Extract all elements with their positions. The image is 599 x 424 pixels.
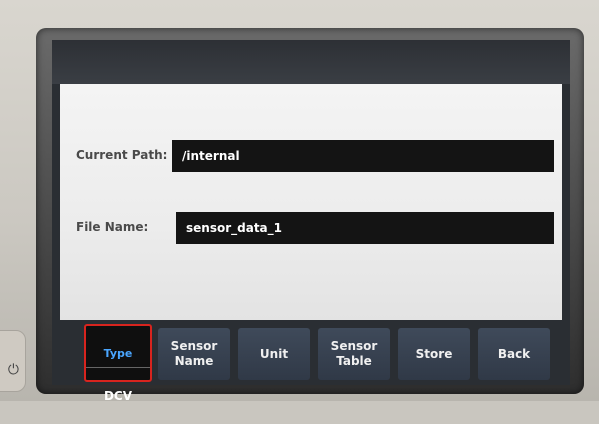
current-path-row: Current Path: /internal <box>60 140 562 172</box>
instrument-device: ⏻ Current Path: /internal File Name: sen… <box>0 0 599 403</box>
back-softkey[interactable]: Back <box>478 328 550 380</box>
front-panel-button[interactable]: ⏻ <box>0 330 26 392</box>
current-path-label: Current Path: <box>76 148 168 162</box>
file-name-field[interactable]: sensor_data_1 <box>176 212 554 244</box>
power-icon: ⏻ <box>7 361 19 377</box>
store-softkey[interactable]: Store <box>398 328 470 380</box>
file-name-row: File Name: sensor_data_1 <box>60 212 562 244</box>
file-name-label: File Name: <box>76 220 149 234</box>
type-softkey-label: Type <box>86 341 150 368</box>
current-path-field[interactable]: /internal <box>172 140 554 172</box>
type-softkey[interactable]: Type DCV <box>84 324 152 403</box>
file-save-panel: Current Path: /internal File Name: senso… <box>60 84 562 320</box>
unit-softkey[interactable]: Unit <box>238 328 310 380</box>
sensor-name-softkey[interactable]: Sensor Name <box>158 328 230 380</box>
softkey-bar: Type DCV Sensor Name Unit Sensor Table S… <box>52 324 570 403</box>
type-softkey-value: DCV <box>103 389 133 403</box>
screen-header-strip <box>52 40 570 84</box>
sensor-table-softkey[interactable]: Sensor Table <box>318 328 390 380</box>
display-screen: Current Path: /internal File Name: senso… <box>52 40 570 403</box>
